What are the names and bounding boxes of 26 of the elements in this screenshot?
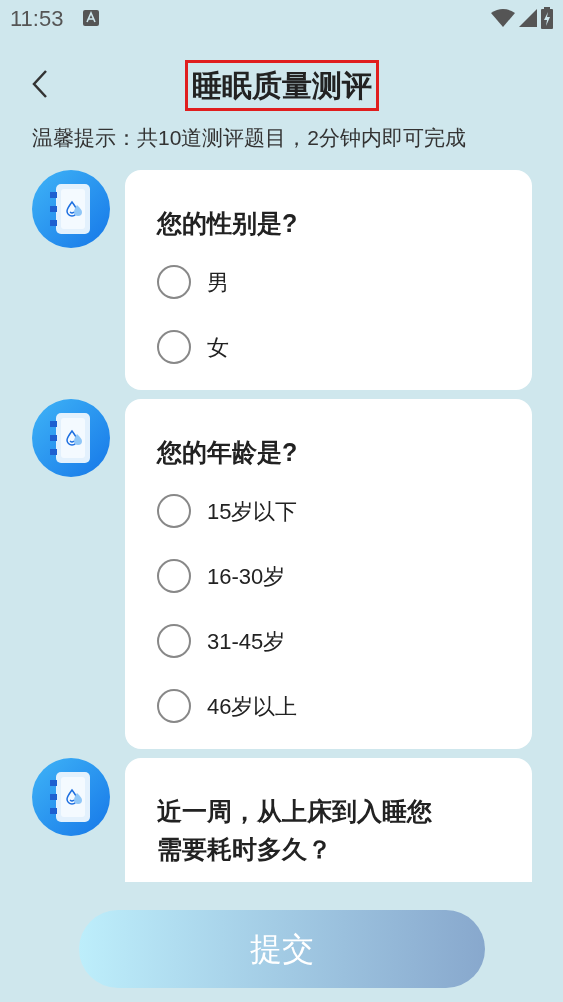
answer-option[interactable]: 男 bbox=[157, 249, 444, 315]
answer-option[interactable]: 46岁以上 bbox=[157, 673, 444, 739]
hint-text: 温馨提示：共10道测评题目，2分钟内即可完成 bbox=[31, 125, 468, 151]
radio-button[interactable] bbox=[157, 330, 191, 364]
wifi-icon bbox=[491, 9, 515, 27]
question-text: 近一周，从上床到入睡您需要耗时多久？ bbox=[157, 795, 433, 865]
notebook-icon bbox=[32, 169, 110, 248]
page-title: 睡眠质量测评 bbox=[187, 62, 376, 108]
question-text: 您的年龄是? bbox=[157, 436, 299, 468]
back-chevron-icon bbox=[32, 69, 48, 99]
radio-button[interactable] bbox=[157, 624, 191, 658]
keyboard-status-icon bbox=[83, 10, 100, 26]
radio-button[interactable] bbox=[157, 689, 191, 723]
answer-option[interactable]: 31-45岁 bbox=[157, 608, 444, 674]
battery-icon bbox=[541, 7, 553, 29]
answer-option[interactable]: 女 bbox=[157, 314, 444, 380]
question-text: 您的性别是? bbox=[157, 207, 299, 239]
radio-button[interactable] bbox=[157, 265, 191, 299]
notebook-icon bbox=[32, 757, 110, 836]
answer-option[interactable]: 15岁以下 bbox=[157, 478, 444, 544]
status-time: 11:53 bbox=[10, 4, 64, 33]
radio-button[interactable] bbox=[157, 494, 191, 528]
signal-icon bbox=[519, 9, 537, 27]
notebook-icon bbox=[32, 398, 110, 477]
radio-button[interactable] bbox=[157, 559, 191, 593]
answer-option[interactable]: 16-30岁 bbox=[157, 543, 444, 609]
